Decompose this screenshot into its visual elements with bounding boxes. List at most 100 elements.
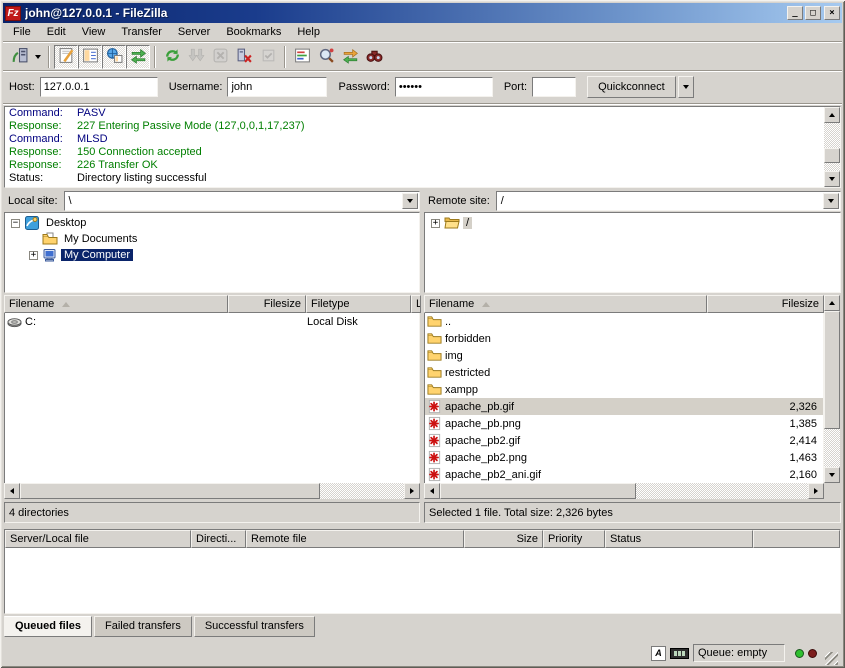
compare-button[interactable] [314, 45, 338, 69]
column-header-filename[interactable]: Filename [424, 295, 707, 313]
scroll-track[interactable] [636, 483, 808, 499]
sync-browse-button[interactable] [338, 45, 362, 69]
scroll-track[interactable] [824, 429, 840, 467]
toggle-remote-tree-button[interactable] [102, 45, 126, 69]
tab-queued-files[interactable]: Queued files [4, 616, 92, 637]
triangle-down-icon [829, 177, 835, 181]
compare-icon [318, 47, 335, 67]
tab-successful-transfers[interactable]: Successful transfers [194, 616, 315, 637]
filename-label: apache_pb.png [445, 418, 521, 430]
log-label: Response: [5, 159, 77, 172]
scroll-track[interactable] [320, 483, 404, 499]
desktop-icon [24, 215, 40, 231]
column-header-filename[interactable]: Filename [4, 295, 228, 313]
disconnect-button[interactable] [232, 45, 256, 69]
maximize-icon: □ [810, 9, 815, 18]
menu-file[interactable]: File [5, 24, 39, 40]
username-input[interactable] [227, 77, 327, 97]
menu-server[interactable]: Server [170, 24, 218, 40]
scroll-thumb[interactable] [20, 483, 320, 499]
tree-expand-toggle[interactable]: + [29, 251, 38, 260]
disconnect-icon [236, 47, 253, 67]
remote-file-row[interactable]: xampp [425, 381, 823, 398]
maximize-button[interactable]: □ [805, 6, 821, 20]
close-button[interactable]: × [824, 6, 840, 20]
titlebar[interactable]: Fz john@127.0.0.1 - FileZilla _ □ × [3, 3, 842, 23]
queue-column-status[interactable]: Status [605, 530, 753, 548]
remote-file-row[interactable]: forbidden [425, 330, 823, 347]
site-manager-button[interactable] [7, 45, 31, 69]
queue-column-priority[interactable]: Priority [543, 530, 605, 548]
remote-site-combo[interactable]: / [496, 191, 841, 211]
tree-item-label: My Computer [61, 249, 133, 261]
filter-button[interactable] [290, 45, 314, 69]
remote-file-row[interactable]: img [425, 347, 823, 364]
menu-edit[interactable]: Edit [39, 24, 74, 40]
local-site-combo[interactable]: \ [64, 191, 420, 211]
scroll-track[interactable] [824, 123, 840, 171]
scroll-right-button[interactable] [808, 483, 824, 499]
scroll-thumb[interactable] [440, 483, 636, 499]
scroll-right-button[interactable] [404, 483, 420, 499]
tree-item-my-computer[interactable]: + My Computer [5, 247, 419, 263]
tree-item-my-documents[interactable]: My Documents [5, 231, 419, 247]
menu-view[interactable]: View [74, 24, 114, 40]
tree-item--[interactable]: +/ [425, 215, 840, 231]
menu-help[interactable]: Help [289, 24, 328, 40]
tree-expand-toggle[interactable]: − [11, 219, 20, 228]
chevron-down-icon [35, 55, 41, 59]
triangle-left-icon [430, 488, 434, 494]
queue-column-server-local-file[interactable]: Server/Local file [5, 530, 191, 548]
host-input[interactable] [40, 77, 158, 97]
log-text: Directory listing successful [77, 172, 207, 184]
filename-label: restricted [445, 367, 490, 379]
remote-file-row[interactable]: apache_pb.png1,385 [425, 415, 823, 432]
remote-file-row[interactable]: apache_pb2_ani.gif2,160 [425, 466, 823, 483]
remote-file-row[interactable]: apache_pb2.gif2,414 [425, 432, 823, 449]
column-header-l[interactable]: L [411, 295, 421, 313]
tree-expand-toggle[interactable]: + [431, 219, 440, 228]
quickconnect-button[interactable]: Quickconnect [587, 76, 676, 98]
queue-column-size[interactable]: Size [464, 530, 543, 548]
scroll-up-button[interactable] [824, 295, 840, 311]
resize-grip[interactable] [825, 652, 838, 665]
toolbar-separator [154, 46, 156, 68]
column-header-filesize[interactable]: Filesize [228, 295, 306, 313]
scroll-down-button[interactable] [824, 467, 840, 483]
remote-file-row[interactable]: apache_pb.gif2,326 [425, 398, 823, 415]
scroll-left-button[interactable] [424, 483, 440, 499]
toggle-local-tree-button[interactable] [78, 45, 102, 69]
scroll-thumb[interactable] [824, 148, 840, 163]
password-input[interactable] [395, 77, 493, 97]
site-manager-dropdown-button[interactable] [31, 45, 44, 69]
local-file-row[interactable]: C:Local Disk [5, 313, 419, 330]
scroll-up-button[interactable] [824, 107, 840, 123]
remote-file-row[interactable]: .. [425, 313, 823, 330]
column-header-filetype[interactable]: Filetype [306, 295, 411, 313]
activity-led-red-icon [808, 649, 817, 658]
menu-bookmarks[interactable]: Bookmarks [218, 24, 289, 40]
port-input[interactable] [532, 77, 576, 97]
column-header-filesize[interactable]: Filesize [707, 295, 824, 313]
remote-file-row[interactable]: apache_pb2.png1,463 [425, 449, 823, 466]
toggle-queue-button[interactable] [126, 45, 150, 69]
tab-failed-transfers[interactable]: Failed transfers [94, 616, 192, 637]
queue-body[interactable] [5, 548, 840, 613]
quickconnect-dropdown-button[interactable] [678, 76, 694, 98]
local-site-dropdown-button[interactable] [402, 193, 418, 209]
log-text: 226 Transfer OK [77, 159, 158, 171]
find-button[interactable] [362, 45, 386, 69]
scroll-down-button[interactable] [824, 171, 840, 187]
toggle-message-log-button[interactable] [54, 45, 78, 69]
remote-site-dropdown-button[interactable] [823, 193, 839, 209]
filename-label: apache_pb2.png [445, 452, 527, 464]
scroll-thumb[interactable] [824, 311, 840, 429]
refresh-button[interactable] [160, 45, 184, 69]
queue-column-directi-[interactable]: Directi... [191, 530, 246, 548]
tree-item-desktop[interactable]: −Desktop [5, 215, 419, 231]
queue-column-remote-file[interactable]: Remote file [246, 530, 464, 548]
remote-file-row[interactable]: restricted [425, 364, 823, 381]
scroll-left-button[interactable] [4, 483, 20, 499]
minimize-button[interactable]: _ [787, 6, 803, 20]
menu-transfer[interactable]: Transfer [113, 24, 170, 40]
